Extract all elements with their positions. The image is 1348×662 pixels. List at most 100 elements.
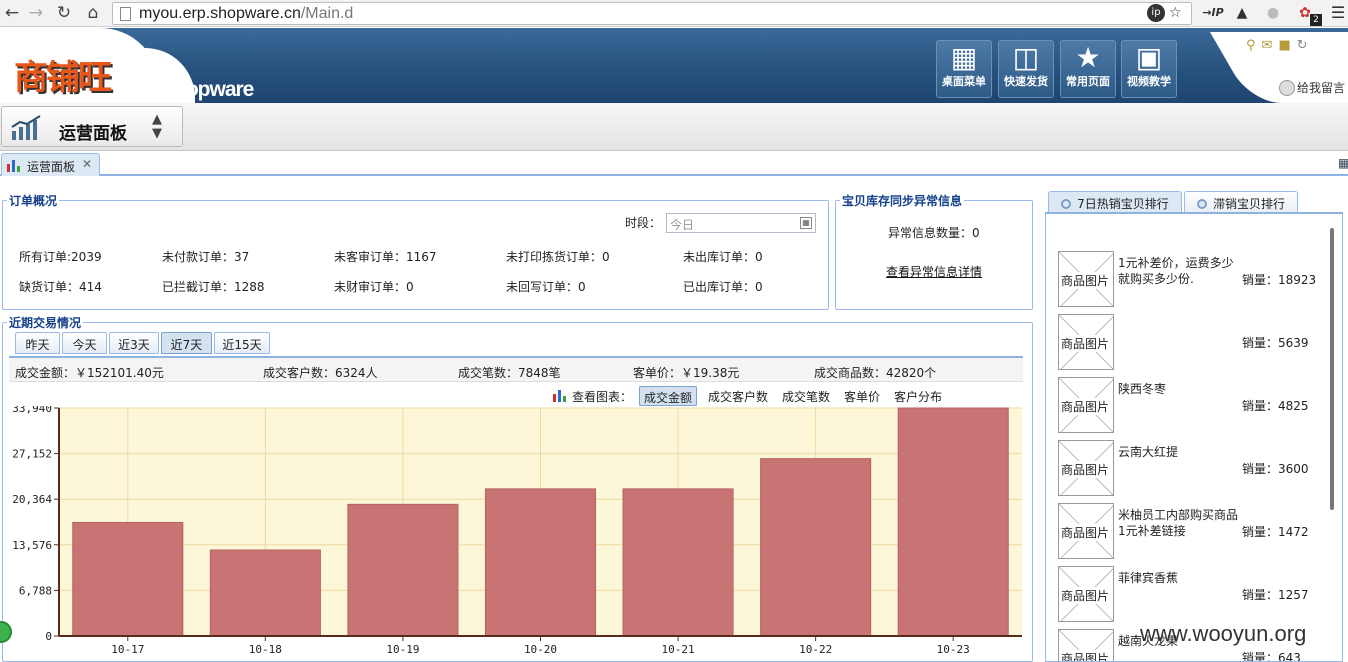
close-icon[interactable]: ✕ <box>82 157 92 171</box>
order-stat[interactable]: 未付款订单：37 <box>162 248 249 265</box>
order-stat[interactable]: 未打印拣货订单：0 <box>506 248 610 265</box>
period-yesterday[interactable]: 昨天 <box>15 332 60 354</box>
tab-icon <box>1196 199 1207 209</box>
order-stat[interactable]: 已出库订单：0 <box>683 278 763 295</box>
date-input[interactable]: 今日 ▦ <box>666 213 816 233</box>
trade-summary: 成交金额：￥152101.40元 成交客户数：6324人 成交笔数：7848笔 … <box>9 356 1023 382</box>
mail-icon[interactable]: ✉ <box>1262 38 1279 53</box>
product-image-label: 商品图片 <box>1061 335 1110 352</box>
product-sales: 销量：5639 <box>1242 336 1309 350</box>
time-label: 时段： <box>625 216 662 230</box>
list-item[interactable]: 商品图片 1元补差价，运费多少就购买多少份. 销量：18923 <box>1058 251 1328 309</box>
product-image-label: 商品图片 <box>1061 272 1110 289</box>
star-icon: ★ <box>1075 41 1101 74</box>
product-sales: 销量：3600 <box>1242 462 1309 476</box>
extension-icon[interactable]: ▲ <box>1232 3 1252 23</box>
bar <box>347 503 459 637</box>
period-today[interactable]: 今天 <box>62 332 107 354</box>
product-sales: 销量：1472 <box>1242 525 1309 539</box>
circle-extension-icon[interactable]: ● <box>1263 3 1283 23</box>
list-item[interactable]: 商品图片 菲律宾香蕉 销量：1257 <box>1058 566 1328 624</box>
forward-arrow-icon[interactable]: → <box>26 3 46 23</box>
film-icon: ▣ <box>1135 41 1163 74</box>
feedback-button[interactable]: 给我留言 <box>1277 79 1345 97</box>
tab-icon <box>1061 199 1072 209</box>
ip-extension-icon[interactable]: →IP <box>1200 3 1226 23</box>
period-3days[interactable]: 近3天 <box>109 332 159 354</box>
desktop-menu-button[interactable]: ▦ 桌面菜单 <box>936 40 992 98</box>
summary-amount: 成交金额：￥152101.40元 <box>15 366 164 380</box>
period-7days[interactable]: 近7天 <box>161 332 212 354</box>
product-image: 商品图片 <box>1058 629 1114 661</box>
order-stat[interactable]: 未财审订单：0 <box>334 278 414 295</box>
order-stat[interactable]: 未出库订单：0 <box>683 248 763 265</box>
url-text: myou.erp.shopware.cn/Main.d <box>139 5 354 22</box>
product-name: 云南大红提 <box>1118 445 1179 459</box>
x-tick-label: 10-17 <box>111 643 144 656</box>
order-stat[interactable]: 所有订单:2039 <box>19 248 102 265</box>
list-item[interactable]: 商品图片 陕西冬枣 销量：4825 <box>1058 377 1328 435</box>
bar <box>484 488 597 637</box>
favorite-pages-button[interactable]: ★ 常用页面 <box>1060 40 1116 98</box>
home-icon[interactable]: ⌂ <box>83 3 103 23</box>
chart-tool-customers[interactable]: 成交客户数 <box>704 386 772 406</box>
summary-unit-price: 客单价：￥19.38元 <box>633 366 740 380</box>
orders-legend: 订单概况 <box>9 194 58 208</box>
search-icon[interactable]: ⚲ <box>1246 38 1262 53</box>
period-15days[interactable]: 近15天 <box>214 332 270 354</box>
grid-icon[interactable]: ▦ <box>1338 156 1348 170</box>
page-icon <box>120 7 131 21</box>
product-image-label: 商品图片 <box>1061 650 1110 661</box>
product-image: 商品图片 <box>1058 251 1114 307</box>
trade-bar-chart: 0 6,788 13,576 20,364 27,152 33,940 10-17 10-18… <box>12 406 1022 656</box>
ip-icon[interactable]: ip <box>1147 4 1165 22</box>
y-tick-label: 13,576 <box>12 539 52 552</box>
list-item[interactable]: 商品图片 米柚员工内部购买商品1元补差链接 销量：1472 <box>1058 503 1328 561</box>
product-image: 商品图片 <box>1058 566 1114 622</box>
list-item[interactable]: 商品图片 销量：5639 <box>1058 314 1328 372</box>
list-item[interactable]: 商品图片 云南大红提销量：3600 <box>1058 440 1328 498</box>
order-stat[interactable]: 未客审订单：1167 <box>334 248 437 265</box>
trade-legend: 近期交易情况 <box>9 316 82 330</box>
y-tick-label: 33,940 <box>12 406 52 415</box>
tab-operations-panel[interactable]: 运营面板 ✕ <box>1 153 100 176</box>
product-sales: 销量：1257 <box>1242 588 1309 602</box>
video-tutorial-button[interactable]: ▣ 视频教学 <box>1121 40 1177 98</box>
reload-icon[interactable]: ↻ <box>54 3 74 23</box>
abnormal-detail-link[interactable]: 查看异常信息详情 <box>886 263 982 280</box>
back-arrow-icon[interactable]: ← <box>2 3 22 23</box>
calendar-icon[interactable]: ▦ <box>800 217 812 229</box>
order-stat[interactable]: 缺货订单：414 <box>19 278 102 295</box>
chart-icon <box>11 115 41 140</box>
product-sales: 销量：4825 <box>1242 399 1309 413</box>
chart-tool-distribution[interactable] <box>964 386 972 406</box>
logo-chinese: 商铺旺 <box>14 58 112 98</box>
bookmark-star-icon[interactable]: ☆ <box>1169 3 1182 23</box>
chart-tool-unit-price[interactable]: 客单价 <box>840 386 884 406</box>
order-stat[interactable]: 未回写订单：0 <box>506 278 586 295</box>
lock-icon[interactable]: ■ <box>1278 38 1296 53</box>
bar <box>622 488 734 637</box>
y-tick-label: 6,788 <box>19 584 52 597</box>
product-name: 1元补差价，运费多少就购买多少份. <box>1118 256 1234 286</box>
menu-icon[interactable]: ☰ <box>1330 3 1346 23</box>
chart-tool-orders[interactable]: 成交笔数 <box>778 386 834 406</box>
panel-switcher-button[interactable]: 运营面板 ▲ ▼ <box>1 106 183 147</box>
chart-tool-amount[interactable]: 成交金额 <box>639 386 698 406</box>
product-image: 商品图片 <box>1058 503 1114 559</box>
quick-ship-button[interactable]: ◫ 快速发货 <box>998 40 1054 98</box>
refresh-icon[interactable]: ↻ <box>1297 38 1314 53</box>
product-image: 商品图片 <box>1058 377 1114 433</box>
tab-slow-ranking[interactable]: 滞销宝贝排行 <box>1184 191 1298 213</box>
address-bar[interactable]: myou.erp.shopware.cn/Main.d ip ☆ <box>112 2 1192 25</box>
chart-tool-goods[interactable]: 客户分布 <box>890 386 946 406</box>
order-stat[interactable]: 已拦截订单：1288 <box>162 278 265 295</box>
y-tick-label: 20,364 <box>12 493 52 506</box>
desktop-icon: ▦ <box>950 41 978 74</box>
bar-chart-icon <box>7 160 20 172</box>
product-image: 商品图片 <box>1058 440 1114 496</box>
bar <box>209 549 321 637</box>
scrollbar[interactable] <box>1330 228 1334 510</box>
tab-hot-ranking[interactable]: 7日热销宝贝排行 <box>1048 191 1182 213</box>
header-tool-icons[interactable]: ⚲✉■↻ <box>1246 38 1314 53</box>
